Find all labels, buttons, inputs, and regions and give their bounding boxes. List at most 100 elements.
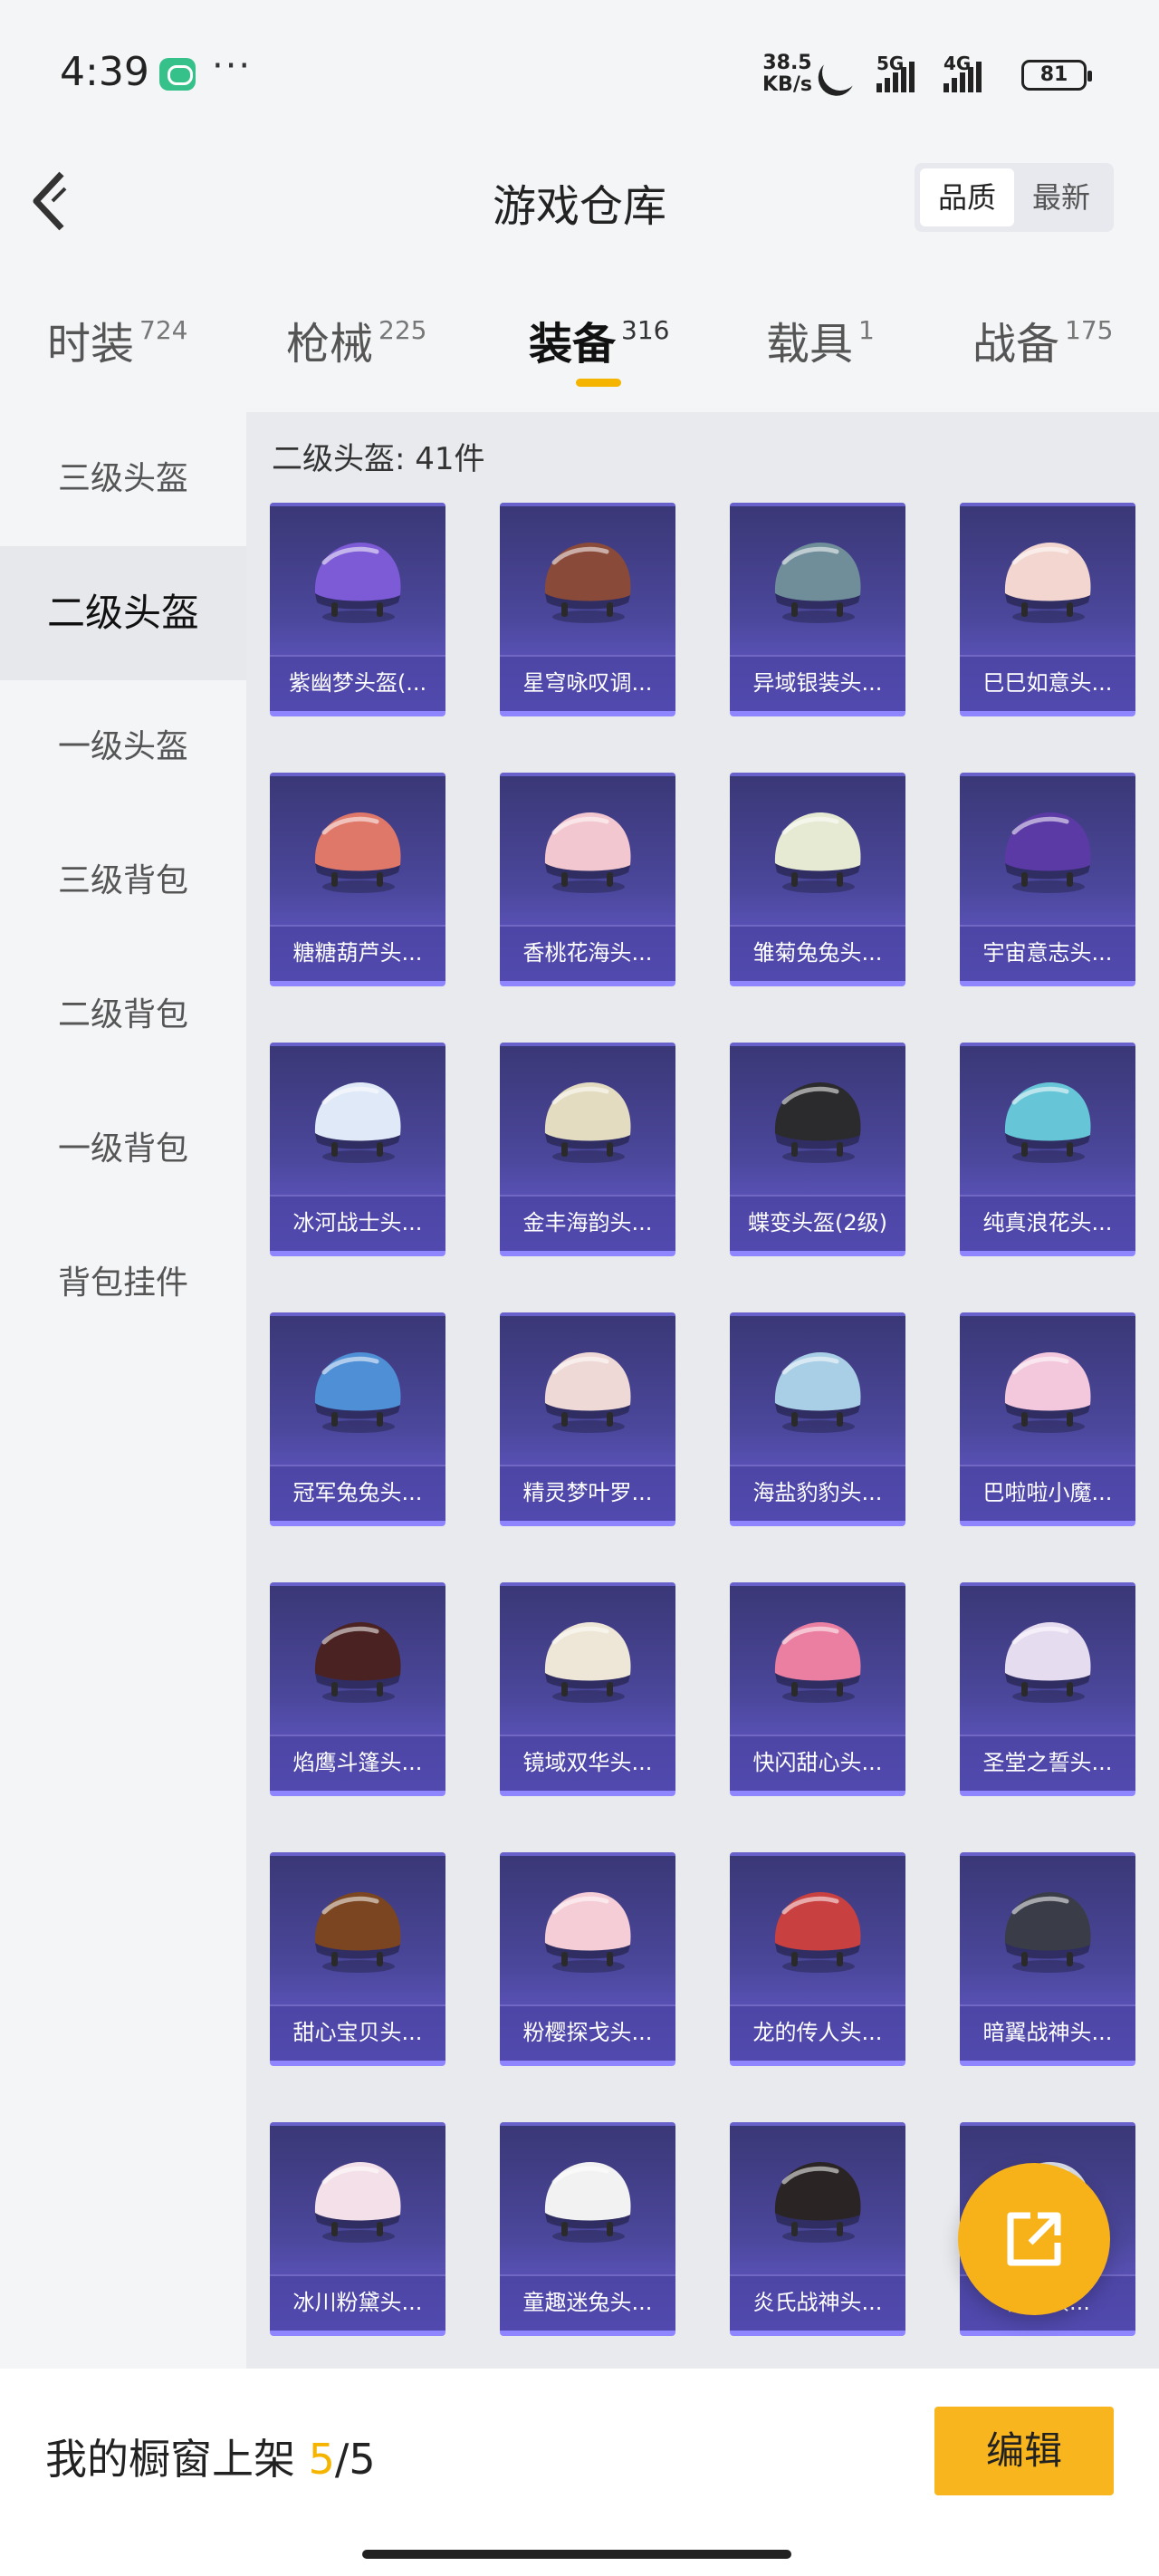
sidebar-item-level3-helmet[interactable]: 三级头盔 bbox=[0, 412, 246, 546]
battery-icon: 81 bbox=[1021, 60, 1092, 91]
helmet-item-card[interactable]: 焰鹰斗篷头... bbox=[270, 1582, 445, 1796]
tab-count: 1 bbox=[858, 315, 875, 345]
helmet-item-card[interactable]: 冠军兔兔头... bbox=[270, 1312, 445, 1526]
helmet-icon bbox=[304, 530, 411, 635]
helmet-item-card[interactable]: 暗翼战神头... bbox=[960, 1852, 1135, 2066]
helmet-icon bbox=[534, 1070, 641, 1175]
sidebar-item-level2-backpack[interactable]: 二级背包 bbox=[0, 948, 246, 1082]
helmet-item-card[interactable]: 镜域双华头... bbox=[500, 1582, 675, 1796]
helmet-icon bbox=[994, 1610, 1101, 1715]
helmet-item-card[interactable]: 圣堂之誓头... bbox=[960, 1582, 1135, 1796]
share-icon bbox=[1007, 2212, 1061, 2266]
helmet-item-card[interactable]: 纯真浪花头... bbox=[960, 1043, 1135, 1256]
helmet-item-card[interactable]: 糖糖葫芦头... bbox=[270, 773, 445, 986]
helmet-item-card[interactable]: 冰河战士头... bbox=[270, 1043, 445, 1256]
edit-button[interactable]: 编辑 bbox=[934, 2407, 1114, 2495]
helmet-item-name: 精灵梦叶罗... bbox=[500, 1465, 675, 1521]
sidebar-item-level1-helmet[interactable]: 一级头盔 bbox=[0, 680, 246, 814]
helmet-item-card[interactable]: 甜心宝贝头... bbox=[270, 1852, 445, 2066]
helmet-item-name: 冰河战士头... bbox=[270, 1195, 445, 1251]
helmet-icon bbox=[304, 1340, 411, 1445]
helmet-item-card[interactable]: 星穹咏叹调... bbox=[500, 503, 675, 716]
helmet-item-name: 童趣迷兔头... bbox=[500, 2274, 675, 2331]
helmet-item-card[interactable]: 蝶变头盔(2级) bbox=[730, 1043, 905, 1256]
helmet-item-card[interactable]: 金丰海韵头... bbox=[500, 1043, 675, 1256]
helmet-item-name: 雏菊兔兔头... bbox=[730, 925, 905, 981]
helmet-item-name: 甜心宝贝头... bbox=[270, 2004, 445, 2061]
wechat-notification-icon bbox=[159, 58, 196, 91]
helmet-icon bbox=[764, 530, 871, 635]
helmet-item-name: 香桃花海头... bbox=[500, 925, 675, 981]
header: 游戏仓库 品质 最新 bbox=[0, 154, 1159, 245]
helmet-item-name: 宇宙意志头... bbox=[960, 925, 1135, 981]
helmet-item-card[interactable]: 雏菊兔兔头... bbox=[730, 773, 905, 986]
helmet-icon bbox=[534, 1340, 641, 1445]
helmet-item-card[interactable]: 龙的传人头... bbox=[730, 1852, 905, 2066]
tab-fashion[interactable]: 时装 724 bbox=[47, 308, 187, 371]
showcase-current-count: 5 bbox=[308, 2435, 335, 2484]
helmet-icon bbox=[304, 1610, 411, 1715]
helmet-item-name: 巳巳如意头... bbox=[960, 655, 1135, 711]
more-notifications-icon: ··· bbox=[212, 45, 253, 87]
tab-count: 724 bbox=[139, 315, 188, 345]
home-indicator[interactable] bbox=[362, 2550, 791, 2559]
helmet-icon bbox=[534, 1610, 641, 1715]
sidebar-item-backpack-pendant[interactable]: 背包挂件 bbox=[0, 1216, 246, 1350]
helmet-item-card[interactable]: 宇宙意志头... bbox=[960, 773, 1135, 986]
helmet-item-name: 纯真浪花头... bbox=[960, 1195, 1135, 1251]
sidebar-item-level2-helmet[interactable]: 二级头盔 bbox=[0, 546, 246, 680]
helmet-icon bbox=[764, 800, 871, 905]
category-tabs: 时装 724 枪械 225 装备 316 载具 1 战备 175 bbox=[0, 281, 1159, 399]
helmet-item-name: 暗翼战神头... bbox=[960, 2004, 1135, 2061]
tab-label: 枪械 bbox=[286, 319, 374, 370]
helmet-item-name: 焰鹰斗篷头... bbox=[270, 1735, 445, 1791]
helmet-item-name: 巴啦啦小魔... bbox=[960, 1465, 1135, 1521]
helmet-item-card[interactable]: 巳巳如意头... bbox=[960, 503, 1135, 716]
helmet-item-name: 快闪甜心头... bbox=[730, 1735, 905, 1791]
tab-guns[interactable]: 枪械 225 bbox=[286, 308, 426, 371]
helmet-item-card[interactable]: 冰川粉黛头... bbox=[270, 2122, 445, 2336]
tab-supplies[interactable]: 战备 175 bbox=[972, 308, 1113, 371]
sidebar-item-level1-backpack[interactable]: 一级背包 bbox=[0, 1082, 246, 1216]
helmet-item-card[interactable]: 粉樱探戈头... bbox=[500, 1852, 675, 2066]
helmet-icon bbox=[534, 530, 641, 635]
network-speed: 38.5 KB/s bbox=[762, 52, 812, 96]
active-tab-indicator bbox=[576, 379, 621, 387]
helmet-item-name: 异域银装头... bbox=[730, 655, 905, 711]
signal-strength-icon bbox=[876, 62, 915, 92]
helmet-item-card[interactable]: 紫幽梦头盔(... bbox=[270, 503, 445, 716]
helmet-item-card[interactable]: 海盐豹豹头... bbox=[730, 1312, 905, 1526]
section-title: 二级头盔: 41件 bbox=[272, 441, 485, 477]
sort-newest-button[interactable]: 最新 bbox=[1014, 168, 1108, 226]
helmet-item-name: 星穹咏叹调... bbox=[500, 655, 675, 711]
helmet-item-card[interactable]: 巴啦啦小魔... bbox=[960, 1312, 1135, 1526]
helmet-icon bbox=[304, 800, 411, 905]
helmet-item-name: 蝶变头盔(2级) bbox=[730, 1195, 905, 1251]
showcase-total-count: /5 bbox=[334, 2435, 376, 2484]
tab-label: 装备 bbox=[529, 319, 617, 370]
helmet-icon bbox=[764, 1610, 871, 1715]
helmet-item-card[interactable]: 童趣迷兔头... bbox=[500, 2122, 675, 2336]
helmet-item-card[interactable]: 香桃花海头... bbox=[500, 773, 675, 986]
helmet-item-card[interactable]: 异域银装头... bbox=[730, 503, 905, 716]
helmet-icon bbox=[764, 1070, 871, 1175]
subcategory-sidebar: 三级头盔 二级头盔 一级头盔 三级背包 二级背包 一级背包 背包挂件 bbox=[0, 412, 246, 2369]
sort-quality-button[interactable]: 品质 bbox=[920, 168, 1014, 226]
tab-vehicles[interactable]: 载具 1 bbox=[766, 308, 875, 371]
helmet-icon bbox=[534, 2149, 641, 2254]
helmet-item-name: 圣堂之誓头... bbox=[960, 1735, 1135, 1791]
tab-equipment[interactable]: 装备 316 bbox=[529, 308, 669, 371]
helmet-item-name: 糖糖葫芦头... bbox=[270, 925, 445, 981]
sidebar-item-level3-backpack[interactable]: 三级背包 bbox=[0, 814, 246, 948]
share-button[interactable] bbox=[958, 2163, 1110, 2315]
helmet-icon bbox=[304, 1070, 411, 1175]
helmet-item-name: 冰川粉黛头... bbox=[270, 2274, 445, 2331]
helmet-item-card[interactable]: 精灵梦叶罗... bbox=[500, 1312, 675, 1526]
signal-strength-icon bbox=[943, 62, 982, 92]
helmet-item-name: 镜域双华头... bbox=[500, 1735, 675, 1791]
tab-label: 时装 bbox=[47, 319, 135, 370]
helmet-icon bbox=[304, 1879, 411, 1985]
helmet-item-card[interactable]: 炎氏战神头... bbox=[730, 2122, 905, 2336]
helmet-icon bbox=[994, 1340, 1101, 1445]
helmet-item-card[interactable]: 快闪甜心头... bbox=[730, 1582, 905, 1796]
